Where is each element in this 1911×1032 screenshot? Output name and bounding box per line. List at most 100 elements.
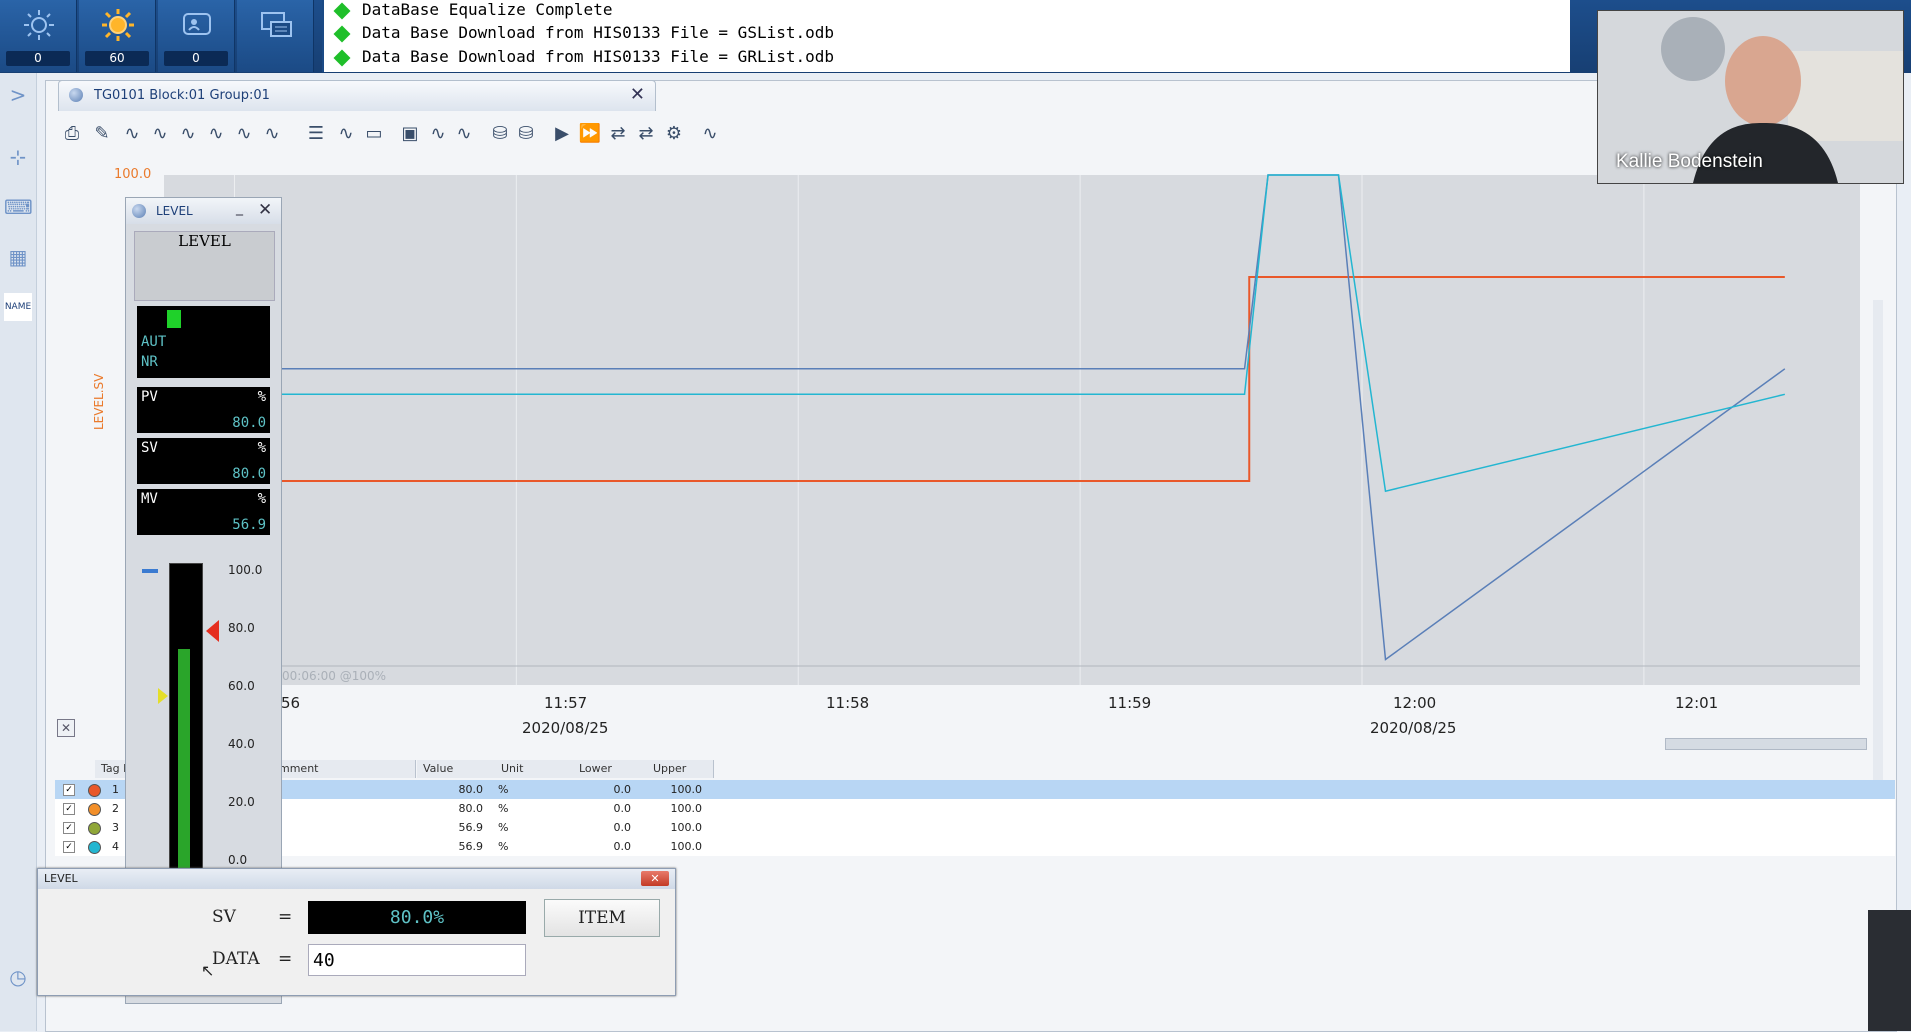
pen-value: 80.0 — [458, 783, 484, 796]
process-alarm-button[interactable]: 0 — [0, 0, 77, 72]
status-diamond-icon — [333, 49, 351, 66]
globe-icon — [69, 88, 83, 102]
table-header: Lower — [573, 760, 648, 778]
trend-line-icon[interactable]: ∿ — [147, 121, 173, 147]
table-row[interactable]: ✓ 2 80.0% 0.0 100.0 — [55, 799, 1895, 818]
mv-label: MV — [141, 491, 158, 507]
visible-checkbox[interactable]: ✓ — [63, 822, 75, 834]
history-icon[interactable]: ◷ — [4, 963, 32, 991]
list-dropdown-icon[interactable]: ☰ — [303, 121, 329, 147]
tree-icon[interactable]: ⊹ — [4, 143, 32, 171]
webcam-overlay: Kallie Bodenstein — [1597, 10, 1904, 184]
trend-line-icon[interactable]: ∿ — [203, 121, 229, 147]
keyboard-icon[interactable]: ⌨ — [4, 193, 33, 221]
window-icon[interactable]: ▣ — [397, 121, 423, 147]
bar-scale-label: 20.0 — [228, 795, 255, 809]
close-icon[interactable]: ✕ — [641, 871, 669, 886]
dialog-title: LEVEL — [44, 872, 78, 885]
trend-line-icon[interactable]: ∿ — [259, 121, 285, 147]
globe-icon — [132, 204, 146, 218]
time-tick-label: 11:59 — [1108, 694, 1152, 712]
pen-edit-icon[interactable]: ✎ — [89, 121, 115, 147]
table-row[interactable]: ✓ 3 56.9% 0.0 100.0 — [55, 818, 1895, 837]
system-alarm-button[interactable]: 60 — [79, 0, 156, 72]
mouse-cursor-icon: ↖ — [201, 961, 215, 980]
database-icon[interactable]: ⛁ — [513, 121, 539, 147]
plot-area — [164, 175, 1860, 685]
trend-line-icon[interactable]: ∿ — [333, 121, 359, 147]
time-tick-label: 11:57 — [544, 694, 588, 712]
table-header: Upper — [647, 760, 714, 778]
sv-value: 80.0 — [232, 466, 266, 482]
close-icon[interactable]: ✕ — [258, 200, 272, 220]
visible-checkbox[interactable]: ✓ — [63, 803, 75, 815]
table-header: Unit — [495, 760, 574, 778]
message-monitor-button[interactable] — [237, 0, 314, 72]
data-input[interactable] — [308, 944, 526, 976]
sv-current-value: 80.0% — [308, 901, 526, 934]
name-input-icon[interactable]: NAME — [4, 293, 32, 321]
grid-icon[interactable]: ▦ — [4, 243, 32, 271]
item-button[interactable]: ITEM — [544, 899, 660, 937]
bar-scale-label: 100.0 — [228, 563, 263, 577]
trend-toolbar: ⎙ ✎ ∿ ∿ ∿ ∿ ∿ ∿ ☰ ∿ ▭ ▣ ∿ ∿ ⛁ ⛁ ▶ ⏩ ⇄ ⇄ … — [57, 117, 1587, 151]
minimize-icon[interactable]: _ — [236, 200, 243, 216]
pen-number: 3 — [112, 821, 119, 834]
mv-unit: % — [257, 491, 266, 507]
bar-scale-label: 40.0 — [228, 737, 255, 751]
bar-scale-label: 60.0 — [228, 679, 255, 693]
settings-icon[interactable]: ⚙ — [661, 121, 687, 147]
overview-icon[interactable]: ▭ — [361, 121, 387, 147]
expand-chevron-icon[interactable]: > — [4, 81, 32, 109]
swap-icon[interactable]: ⇄ — [633, 121, 659, 147]
table-row[interactable]: ✓ 1 80.0% 0.0 100.0 — [55, 780, 1895, 799]
pen-number: 1 — [112, 783, 119, 796]
print-icon[interactable]: ⎙ — [59, 121, 85, 147]
equals-sign: = — [278, 949, 293, 969]
vertical-scrollbar[interactable] — [1873, 300, 1883, 820]
sv-unit: % — [257, 440, 266, 456]
sv-display[interactable]: SV % 80.0 — [137, 438, 270, 484]
table-row[interactable]: ✓ 4 56.9% 0.0 100.0 — [55, 837, 1895, 856]
trend-line-icon[interactable]: ∿ — [119, 121, 145, 147]
pen-color-icon — [88, 822, 101, 835]
faceplate-title-bar[interactable]: LEVEL _ ✕ — [126, 198, 281, 224]
high-limit-marker — [142, 569, 158, 573]
trend-line-icon[interactable]: ∿ — [697, 121, 723, 147]
side-panel-edge — [1868, 910, 1911, 1031]
horizontal-scrollbar[interactable] — [1665, 738, 1867, 750]
trend-line-icon[interactable]: ∿ — [175, 121, 201, 147]
bar-scale-label: 0.0 — [228, 853, 248, 867]
database-icon[interactable]: ⛁ — [487, 121, 513, 147]
visible-checkbox[interactable]: ✓ — [63, 784, 75, 796]
pen-unit: % — [498, 783, 509, 796]
trend-chart[interactable]: 00:06:00 @100% — [45, 150, 1895, 750]
operator-guide-button[interactable]: 0 — [158, 0, 235, 72]
message-monitor-icon — [261, 12, 292, 37]
message-line: Data Base Download from HIS0133 File = G… — [333, 23, 834, 45]
pen-lower: 0.0 — [613, 802, 632, 815]
pv-unit: % — [257, 389, 266, 405]
mv-display[interactable]: MV % 56.9 — [137, 489, 270, 535]
message-banner[interactable]: DataBase Equalize Complete Data Base Dow… — [322, 0, 1570, 72]
forward-icon[interactable]: ⏩ — [577, 121, 603, 147]
visible-checkbox[interactable]: ✓ — [63, 841, 75, 853]
tag-name: LEVEL — [178, 232, 231, 250]
dialog-title-bar[interactable]: LEVEL ✕ — [38, 869, 675, 889]
close-icon[interactable]: ✕ — [630, 84, 645, 105]
mv-value: 56.9 — [232, 517, 266, 533]
trend-window-tab[interactable]: TG0101 Block:01 Group:01 ✕ — [58, 80, 656, 111]
trend-line-icon[interactable]: ∿ — [425, 121, 451, 147]
status-panel[interactable]: AUT NR — [137, 306, 270, 378]
pv-display[interactable]: PV % 80.0 — [137, 387, 270, 433]
sv-pointer-icon[interactable] — [206, 620, 219, 642]
trend-line-icon[interactable]: ∿ — [231, 121, 257, 147]
faceplate-title: LEVEL — [156, 204, 193, 218]
date-tick-label: 2020/08/25 — [1370, 719, 1457, 737]
play-icon[interactable]: ▶ — [549, 121, 575, 147]
pen-value: 56.9 — [458, 821, 484, 834]
swap-icon[interactable]: ⇄ — [605, 121, 631, 147]
pen-upper: 100.0 — [670, 783, 703, 796]
trend-line-icon[interactable]: ∿ — [451, 121, 477, 147]
legend-close-icon[interactable]: ✕ — [57, 719, 75, 737]
